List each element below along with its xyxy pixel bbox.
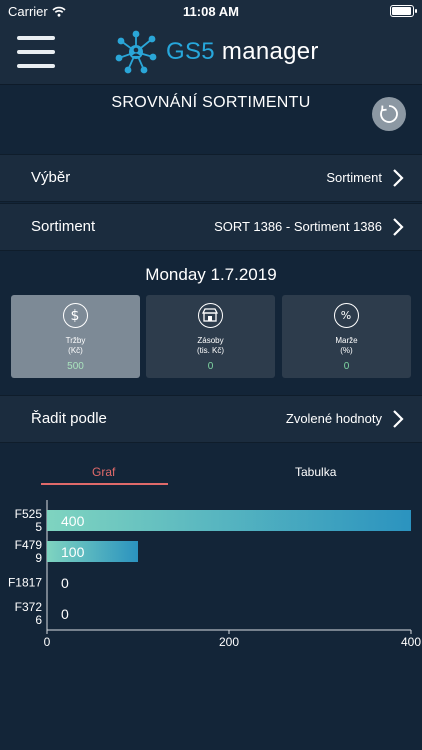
chevron-right-icon <box>393 410 404 428</box>
tile-margin[interactable]: % Marže (%) 0 <box>282 295 411 378</box>
sort-by-row[interactable]: Řadit podle Zvolené hodnoty <box>0 395 422 443</box>
assortment-value: SORT 1386 - Sortiment 1386 <box>214 219 382 234</box>
category-label: 6 <box>35 613 42 627</box>
x-tick-label: 200 <box>219 635 239 649</box>
view-tabs: Graf Tabulka <box>0 465 422 485</box>
battery-icon <box>390 5 417 17</box>
assortment-row[interactable]: Sortiment SORT 1386 - Sortiment 1386 <box>0 203 422 251</box>
dollar-icon: $ <box>63 303 88 328</box>
chevron-right-icon <box>393 169 404 187</box>
bar <box>47 510 411 531</box>
chevron-right-icon <box>393 218 404 236</box>
tile-margin-value: 0 <box>343 361 350 372</box>
bar-value-label: 400 <box>61 513 85 529</box>
status-time: 11:08 AM <box>183 4 239 19</box>
svg-text:%: % <box>341 309 351 322</box>
sort-by-label: Řadit podle <box>31 410 107 427</box>
tile-stock-value: 0 <box>207 361 214 372</box>
tab-graph[interactable]: Graf <box>92 465 115 479</box>
selection-row[interactable]: Výběr Sortiment <box>0 154 422 202</box>
refresh-icon <box>380 105 398 123</box>
tile-stock-title: Zásoby (tis. Kč) <box>196 336 225 355</box>
refresh-button[interactable] <box>372 97 406 131</box>
bar-value-label: 0 <box>61 575 69 591</box>
x-tick-label: 400 <box>401 635 421 649</box>
status-bar: Carrier 11:08 AM <box>0 0 422 22</box>
date-label: Monday 1.7.2019 <box>145 265 277 284</box>
category-label: F479 <box>15 538 43 552</box>
tile-revenue-title: Tržby (Kč) <box>65 336 86 355</box>
bar-value-label: 0 <box>61 606 69 622</box>
page-title: SROVNÁNÍ SORTIMENTU <box>111 94 311 111</box>
category-label: F372 <box>15 600 43 614</box>
sort-by-value: Zvolené hodnoty <box>285 411 382 426</box>
store-icon <box>198 303 223 328</box>
selection-value: Sortiment <box>326 170 382 185</box>
selection-label: Výběr <box>31 169 71 186</box>
tile-margin-title: Marže (%) <box>335 336 358 355</box>
assortment-label: Sortiment <box>31 218 96 235</box>
category-label: 5 <box>35 520 42 534</box>
bar-chart: 400F5255100F47990F18170F37260 200 400 <box>8 500 421 649</box>
active-tab-indicator <box>41 483 168 485</box>
hamburger-menu-button[interactable] <box>17 36 55 68</box>
tile-revenue[interactable]: $ Tržby (Kč) 500 <box>11 295 140 378</box>
svg-text:$: $ <box>71 308 80 324</box>
x-tick-label: 0 <box>44 635 51 649</box>
tab-table[interactable]: Tabulka <box>295 465 336 479</box>
tile-stock[interactable]: Zásoby (tis. Kč) 0 <box>146 295 275 378</box>
tile-revenue-value: 500 <box>67 361 84 372</box>
app-title: GS5 manager <box>166 38 319 65</box>
bar-value-label: 100 <box>61 544 85 560</box>
network-logo-icon <box>115 30 157 74</box>
category-label: 9 <box>35 551 42 565</box>
percent-icon: % <box>334 303 359 328</box>
category-label: F525 <box>15 507 43 521</box>
category-label: F1817 <box>8 576 42 590</box>
app-header: GS5 manager <box>0 22 422 85</box>
